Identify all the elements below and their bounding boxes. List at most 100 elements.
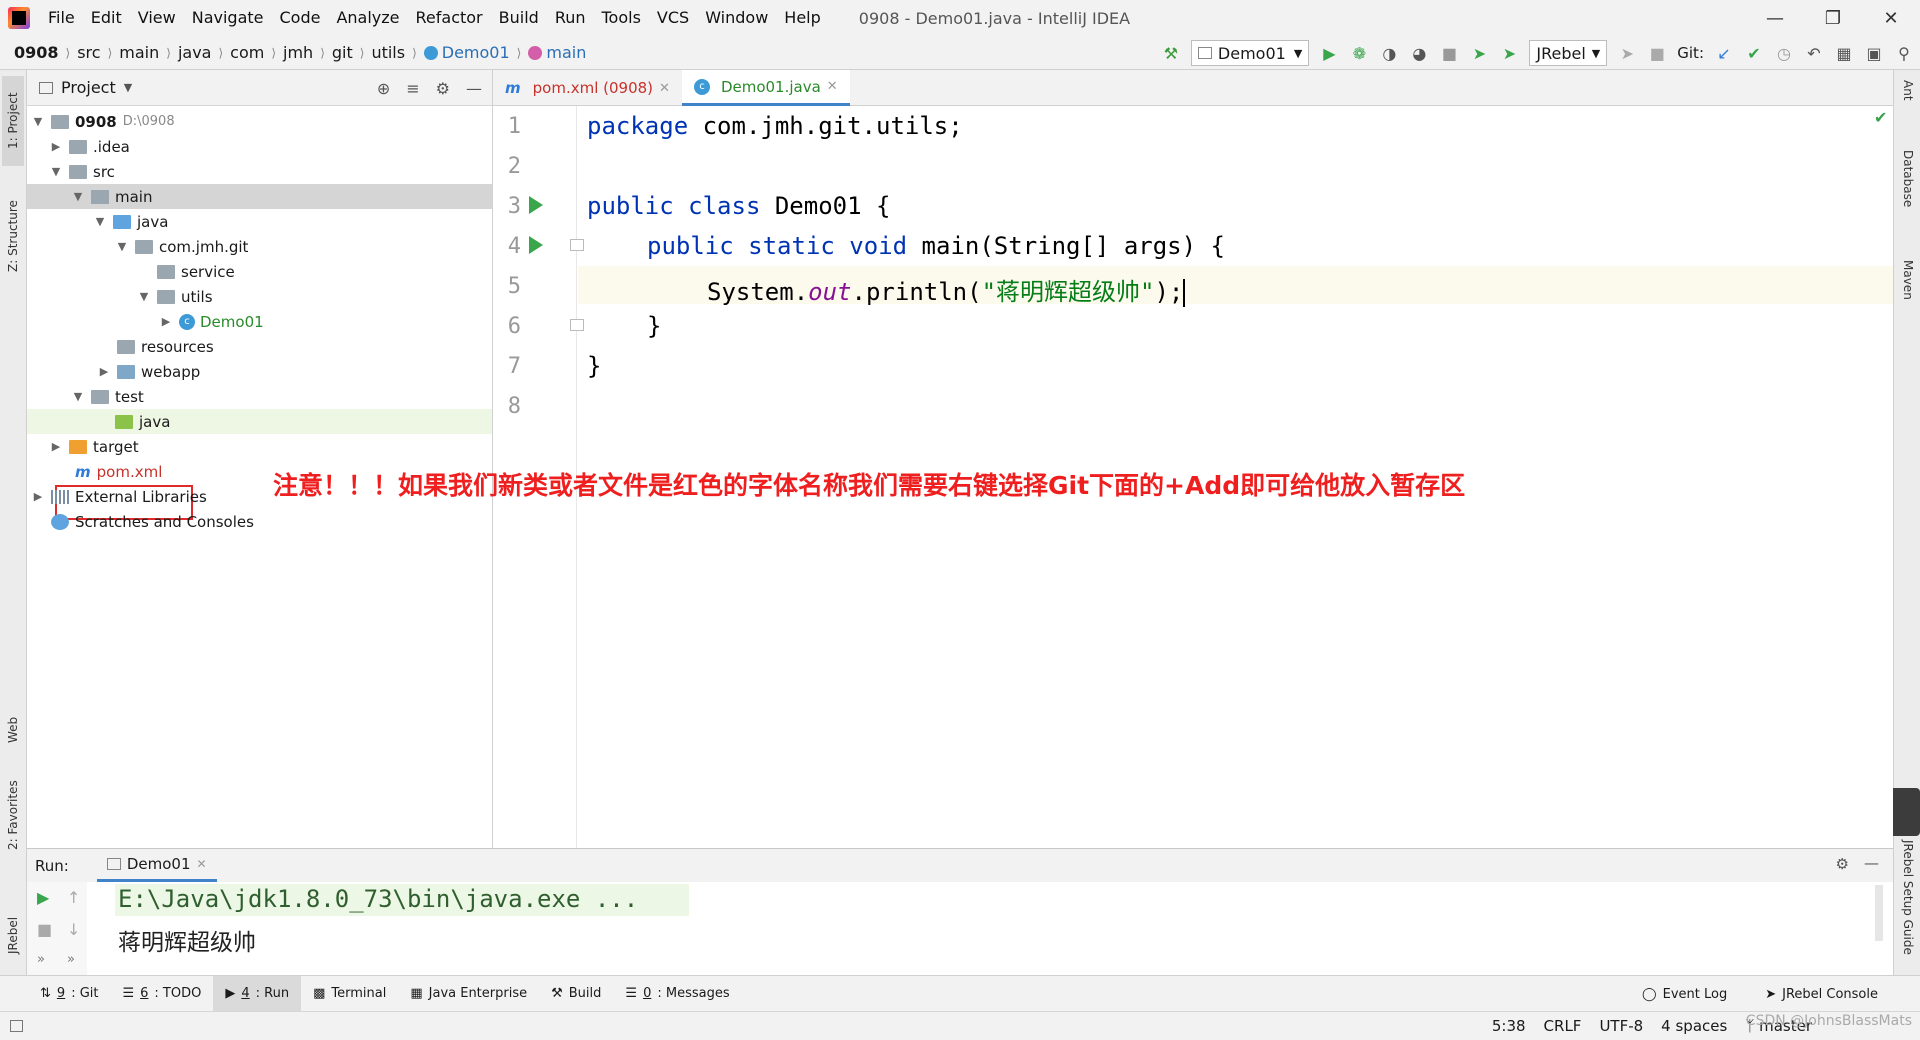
tool-windows-icon[interactable] [10, 1019, 23, 1032]
git-rollback-icon[interactable]: ↶ [1804, 43, 1824, 63]
breadcrumb-main-method[interactable]: main [528, 43, 586, 62]
restore-icon[interactable]: ❐ [1804, 0, 1862, 36]
run-main-icon[interactable] [529, 236, 543, 254]
jrebel-update-icon[interactable]: ➤ [1617, 43, 1637, 63]
locate-icon[interactable]: ⊕ [377, 79, 390, 98]
tool-tab-database[interactable]: Database [1897, 150, 1919, 250]
tool-git[interactable]: ⇅ 9: Git [28, 976, 110, 1012]
run-icon[interactable]: ▶ [1319, 43, 1339, 63]
tree-item-0908[interactable]: ▼ 0908 D:\0908 [27, 109, 492, 134]
git-history-icon[interactable]: ◷ [1774, 43, 1794, 63]
console-scrollbar[interactable] [1875, 885, 1883, 941]
tree-item-service[interactable]: service [27, 259, 492, 284]
chevron-down-icon[interactable]: ▼ [124, 81, 132, 94]
collapse-all-icon[interactable]: ≡ [406, 79, 419, 98]
coverage-icon[interactable]: ◑ [1379, 43, 1399, 63]
build-hammer-icon[interactable]: ⚒ [1161, 43, 1181, 63]
tool-tab-maven[interactable]: Maven [1897, 260, 1919, 340]
tree-item-src[interactable]: ▼ src [27, 159, 492, 184]
stop-all-icon[interactable]: ■ [1647, 43, 1667, 63]
tree-item-com-jmh-git[interactable]: ▼ com.jmh.git [27, 234, 492, 259]
close-tab-icon[interactable]: ✕ [196, 857, 206, 871]
breadcrumb-src[interactable]: src [77, 43, 100, 62]
tool-java-enterprise[interactable]: ▦ Java Enterprise [398, 976, 539, 1012]
jrebel-debug-icon[interactable]: ➤ [1499, 43, 1519, 63]
breadcrumb-utils[interactable]: utils [371, 43, 405, 62]
menu-tools[interactable]: Tools [594, 0, 649, 36]
breadcrumb-project[interactable]: 0908 [14, 43, 59, 62]
fold-icon[interactable] [570, 239, 584, 251]
run-config-select[interactable]: Demo01 ▼ [1190, 40, 1310, 66]
search-icon[interactable]: ⚲ [1894, 43, 1914, 63]
tool-event-log[interactable]: ◯ Event Log [1630, 976, 1739, 1012]
rerun-icon[interactable]: ▶ [37, 888, 49, 907]
tree-item-target[interactable]: ▶ target [27, 434, 492, 459]
menu-help[interactable]: Help [776, 0, 828, 36]
tree-item-demo01[interactable]: ▶ c Demo01 [27, 309, 492, 334]
line-separator[interactable]: CRLF [1544, 1017, 1582, 1035]
stop-icon[interactable]: ■ [37, 920, 52, 939]
tool-run[interactable]: ▶ 4: Run [213, 975, 302, 1012]
tool-tab-favorites[interactable]: 2: Favorites [2, 770, 24, 860]
project-panel-title[interactable]: Project [61, 78, 116, 97]
tool-messages[interactable]: ☰ 0: Messages [613, 976, 741, 1012]
menu-vcs[interactable]: VCS [649, 0, 697, 36]
breadcrumb-demo01[interactable]: Demo01 [423, 43, 510, 62]
menu-edit[interactable]: Edit [83, 0, 130, 36]
debug-icon[interactable]: ❁ [1349, 43, 1369, 63]
project-structure-icon[interactable]: ▦ [1834, 43, 1854, 63]
minimize-icon[interactable]: — [1746, 0, 1804, 36]
tree-item-webapp[interactable]: ▶ webapp [27, 359, 492, 384]
tree-item-java[interactable]: ▼ java [27, 209, 492, 234]
git-update-icon[interactable]: ↙ [1714, 43, 1734, 63]
breadcrumb-java[interactable]: java [178, 43, 212, 62]
more-icon[interactable]: » [37, 952, 45, 967]
tool-tab-jrebel-setup[interactable]: JRebel Setup Guide [1897, 840, 1919, 975]
jrebel-select[interactable]: JRebel ▼ [1529, 40, 1608, 66]
down-arrow-icon[interactable]: ↓ [67, 920, 80, 939]
hide-panel-icon[interactable]: — [466, 79, 482, 98]
menu-refactor[interactable]: Refactor [408, 0, 491, 36]
tree-item-test[interactable]: ▼ test [27, 384, 492, 409]
file-encoding[interactable]: UTF-8 [1599, 1017, 1643, 1035]
menu-build[interactable]: Build [491, 0, 547, 36]
caret-position[interactable]: 5:38 [1492, 1017, 1526, 1035]
profile-icon[interactable]: ◕ [1409, 43, 1429, 63]
menu-file[interactable]: File [40, 0, 83, 36]
tool-todo[interactable]: ☰ 6: TODO [110, 976, 213, 1012]
run-class-icon[interactable] [529, 196, 543, 214]
menu-navigate[interactable]: Navigate [184, 0, 272, 36]
tool-build[interactable]: ⚒ Build [539, 976, 613, 1012]
breadcrumb-git[interactable]: git [332, 43, 353, 62]
tree-item-idea[interactable]: ▶ .idea [27, 134, 492, 159]
indent-setting[interactable]: 4 spaces [1661, 1017, 1727, 1035]
git-commit-icon[interactable]: ✔ [1744, 43, 1764, 63]
tool-tab-ant[interactable]: Ant [1897, 80, 1919, 130]
hide-panel-icon[interactable]: — [1864, 854, 1879, 872]
layout-icon[interactable]: ▣ [1864, 43, 1884, 63]
more-icon[interactable]: » [67, 952, 75, 967]
up-arrow-icon[interactable]: ↑ [67, 888, 80, 907]
tool-tab-project[interactable]: 1: Project [2, 76, 24, 166]
breadcrumb-jmh[interactable]: jmh [283, 43, 313, 62]
close-tab-icon[interactable]: ✕ [827, 79, 838, 94]
breadcrumb-main[interactable]: main [119, 43, 159, 62]
tool-tab-structure[interactable]: Z: Structure [2, 186, 24, 286]
tree-item-main[interactable]: ▼ main [27, 184, 492, 209]
tab-demo01-java[interactable]: c Demo01.java ✕ [681, 70, 850, 106]
menu-window[interactable]: Window [697, 0, 776, 36]
tool-jrebel-console[interactable]: ➤ JRebel Console [1753, 976, 1890, 1012]
tree-item-resources[interactable]: resources [27, 334, 492, 359]
tool-tab-web[interactable]: Web [2, 705, 24, 755]
run-tab-demo01[interactable]: Demo01 ✕ [96, 849, 217, 882]
settings-gear-icon[interactable]: ⚙ [1836, 855, 1849, 873]
stop-icon[interactable]: ■ [1439, 43, 1459, 63]
tree-item-scratches[interactable]: Scratches and Consoles [27, 509, 492, 534]
tree-item-test-java[interactable]: java [27, 409, 492, 434]
menu-view[interactable]: View [130, 0, 184, 36]
tool-terminal[interactable]: ▩ Terminal [301, 976, 398, 1012]
close-icon[interactable]: ✕ [1862, 0, 1920, 36]
inspection-ok-icon[interactable]: ✔ [1874, 108, 1887, 127]
menu-code[interactable]: Code [272, 0, 329, 36]
menu-run[interactable]: Run [547, 0, 594, 36]
